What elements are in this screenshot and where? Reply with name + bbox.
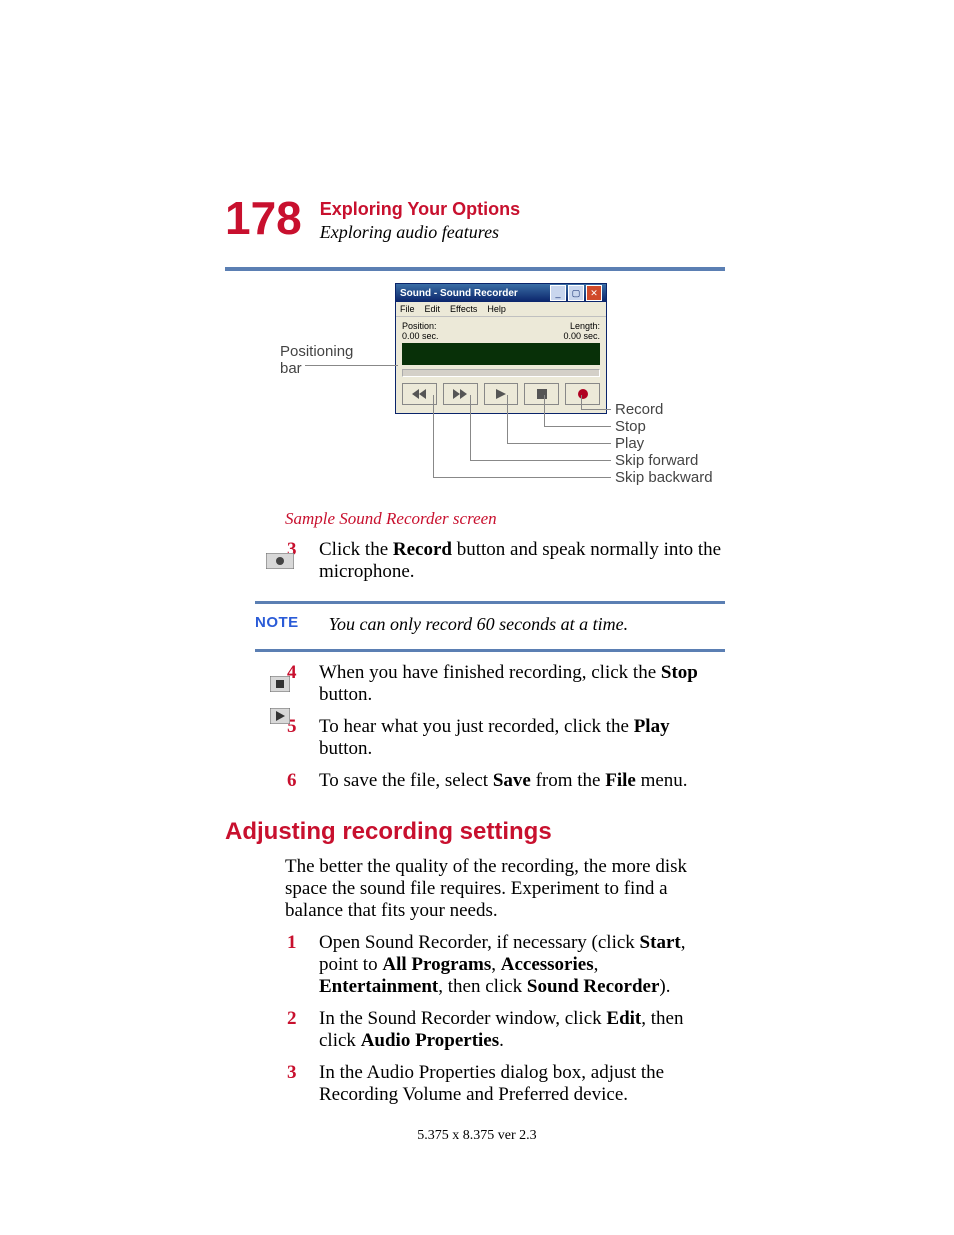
callout-line xyxy=(470,460,611,461)
header-rule xyxy=(225,267,725,271)
callout-line xyxy=(507,443,611,444)
menu-file[interactable]: File xyxy=(400,304,415,314)
position-readout: Position: 0.00 sec. xyxy=(402,321,439,341)
skip-forward-icon xyxy=(453,389,467,399)
callout-skip-backward: Skip backward xyxy=(615,469,713,486)
menu-effects[interactable]: Effects xyxy=(450,304,477,314)
section-title: Exploring audio features xyxy=(320,222,520,243)
callout-line xyxy=(433,477,611,478)
section-heading: Adjusting recording settings xyxy=(225,818,725,846)
window-title: Sound - Sound Recorder xyxy=(400,288,518,299)
stop-glyph-icon xyxy=(263,674,297,694)
record-icon xyxy=(578,389,588,399)
play-icon xyxy=(496,389,506,399)
callout-line xyxy=(470,395,471,460)
menu-edit[interactable]: Edit xyxy=(425,304,441,314)
waveform-display xyxy=(402,343,600,365)
skip-backward-button[interactable] xyxy=(402,383,437,405)
callout-line xyxy=(305,365,398,366)
callout-line xyxy=(507,395,508,443)
callout-skip-forward: Skip forward xyxy=(615,452,698,469)
menu-help[interactable]: Help xyxy=(487,304,506,314)
callout-positioning-bar: Positioning bar xyxy=(280,343,353,377)
stop-icon xyxy=(537,389,547,399)
step-5: 5 To hear what you just recorded, click … xyxy=(285,716,725,760)
step-4: 4 When you have finished recording, clic… xyxy=(285,662,725,706)
record-button[interactable] xyxy=(565,383,600,405)
body-paragraph: The better the quality of the recording,… xyxy=(285,856,725,922)
titlebar: Sound - Sound Recorder _ ▢ ✕ xyxy=(396,284,606,302)
step-c3: 3 In the Audio Properties dialog box, ad… xyxy=(285,1062,725,1106)
figure-caption: Sample Sound Recorder screen xyxy=(285,509,725,529)
callout-line xyxy=(544,395,545,426)
step-c2: 2 In the Sound Recorder window, click Ed… xyxy=(285,1008,725,1052)
note-label: NOTE xyxy=(255,614,299,631)
sound-recorder-window: Sound - Sound Recorder _ ▢ ✕ File Edit E… xyxy=(395,283,607,414)
close-icon[interactable]: ✕ xyxy=(586,285,602,301)
step-c1: 1 Open Sound Recorder, if necessary (cli… xyxy=(285,932,725,998)
step-6: 6 To save the file, select Save from the… xyxy=(285,770,725,792)
skip-forward-button[interactable] xyxy=(443,383,478,405)
callout-stop: Stop xyxy=(615,418,646,435)
page-header: 178 Exploring Your Options Exploring aud… xyxy=(225,195,725,243)
positioning-bar[interactable] xyxy=(402,369,600,377)
length-readout: Length: 0.00 sec. xyxy=(563,321,600,341)
maximize-icon[interactable]: ▢ xyxy=(568,285,584,301)
record-glyph-icon xyxy=(263,551,297,571)
callout-line xyxy=(581,409,611,410)
note-text: You can only record 60 seconds at a time… xyxy=(329,614,628,635)
menu-bar: File Edit Effects Help xyxy=(396,302,606,317)
chapter-title: Exploring Your Options xyxy=(320,199,520,220)
stop-button[interactable] xyxy=(524,383,559,405)
minimize-icon[interactable]: _ xyxy=(550,285,566,301)
callout-record: Record xyxy=(615,401,663,418)
play-glyph-icon xyxy=(263,706,297,726)
skip-backward-icon xyxy=(412,389,426,399)
page-footer: 5.375 x 8.375 ver 2.3 xyxy=(0,1128,954,1144)
play-button[interactable] xyxy=(484,383,519,405)
page-number: 178 xyxy=(225,195,302,241)
step-3: 3 Click the Record button and speak norm… xyxy=(285,539,725,583)
callout-line xyxy=(581,395,582,409)
callout-line xyxy=(544,426,611,427)
callout-line xyxy=(433,395,434,477)
callout-play: Play xyxy=(615,435,644,452)
figure-sound-recorder: Sound - Sound Recorder _ ▢ ✕ File Edit E… xyxy=(225,283,725,503)
note-box: NOTE You can only record 60 seconds at a… xyxy=(255,601,725,652)
